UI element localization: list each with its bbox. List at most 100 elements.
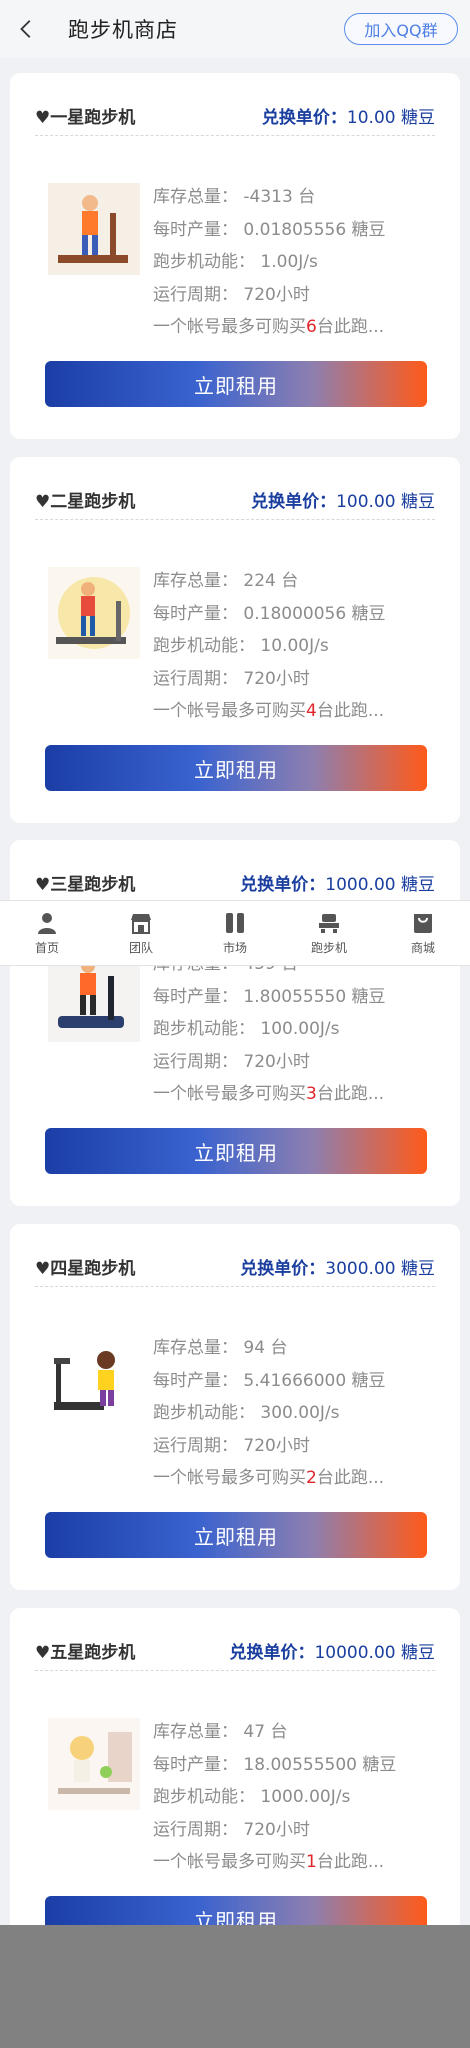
limit-suffix: 台此跑... <box>316 1468 385 1488</box>
limit-prefix: 一个帐号最多可购买 <box>153 1852 306 1872</box>
hourly-label: 每时产量： <box>153 219 238 240</box>
stock-label: 库存总量： <box>153 571 238 591</box>
back-button[interactable] <box>0 0 54 58</box>
nav-item-treadmill[interactable]: 跑步机 <box>282 911 376 956</box>
spec-list: 库存总量： 459 台 每时产量： 1.80055550 糖豆 跑步机动能： 1… <box>153 948 386 1111</box>
person-icon <box>38 912 56 934</box>
cycle-label: 运行周期： <box>153 668 238 689</box>
nav-item-home[interactable]: 首页 <box>0 911 94 956</box>
card-header: ♥五星跑步机 兑换单价：10000.00 糖豆 <box>35 1630 435 1671</box>
price-value: 10000.00 糖豆 <box>314 1642 435 1663</box>
cycle-row: 运行周期： 720小时 <box>153 1430 386 1463</box>
price-label: 兑换单价： <box>261 107 347 128</box>
power-value: 1.00J/s <box>260 252 318 272</box>
shopping-bag-icon <box>414 913 432 933</box>
power-value: 300.00J/s <box>260 1403 340 1423</box>
limit-row: 一个帐号最多可购买4台此跑... <box>153 695 386 728</box>
limit-row: 一个帐号最多可购买1台此跑... <box>153 1846 396 1879</box>
unit-price: 兑换单价：10000.00 糖豆 <box>229 1638 435 1663</box>
hourly-value: 5.41666000 糖豆 <box>243 1370 386 1391</box>
unit-price: 兑换单价：100.00 糖豆 <box>251 487 435 512</box>
nav-label: 团队 <box>128 940 153 955</box>
cycle-value: 720小时 <box>243 1051 310 1072</box>
price-value: 3000.00 糖豆 <box>325 1258 435 1279</box>
hourly-value: 0.01805556 糖豆 <box>243 219 386 240</box>
page-title: 跑步机商店 <box>68 18 178 42</box>
card-header: ♥三星跑步机 兑换单价：1000.00 糖豆 <box>35 862 435 903</box>
cycle-label: 运行周期： <box>153 1819 238 1840</box>
market-icon <box>226 912 244 933</box>
limit-row: 一个帐号最多可购买6台此跑... <box>153 311 386 344</box>
cycle-value: 720小时 <box>243 1435 310 1456</box>
power-value: 100.00J/s <box>260 1019 340 1039</box>
power-value: 1000.00J/s <box>260 1787 351 1807</box>
price-value: 1000.00 糖豆 <box>325 874 435 895</box>
nav-item-mall[interactable]: 商城 <box>376 911 470 956</box>
hourly-row: 每时产量： 18.00555500 糖豆 <box>153 1749 396 1782</box>
hourly-label: 每时产量： <box>153 603 238 624</box>
power-row: 跑步机动能： 1000.00J/s <box>153 1781 396 1814</box>
rent-button[interactable]: 立即租用 <box>45 745 427 791</box>
hourly-row: 每时产量： 0.18000056 糖豆 <box>153 598 386 631</box>
stock-label: 库存总量： <box>153 187 238 207</box>
card-header: ♥四星跑步机 兑换单价：3000.00 糖豆 <box>35 1246 435 1287</box>
card-header: ♥一星跑步机 兑换单价：10.00 糖豆 <box>35 95 435 136</box>
treadmill-image <box>48 1334 140 1426</box>
spec-list: 库存总量： 224 台 每时产量： 0.18000056 糖豆 跑步机动能： 1… <box>153 565 386 728</box>
stock-value: 94 台 <box>243 1338 288 1358</box>
stock-row: 库存总量： 47 台 <box>153 1716 396 1749</box>
price-label: 兑换单价： <box>251 491 337 512</box>
hourly-row: 每时产量： 0.01805556 糖豆 <box>153 214 386 247</box>
product-card-2: ♥二星跑步机 兑换单价：100.00 糖豆 库存总量： 224 台 每时产量： … <box>10 457 460 823</box>
cycle-value: 720小时 <box>243 284 310 305</box>
rent-button[interactable]: 立即租用 <box>45 361 427 407</box>
cycle-label: 运行周期： <box>153 1051 238 1072</box>
limit-suffix: 台此跑... <box>316 317 385 337</box>
hourly-row: 每时产量： 1.80055550 糖豆 <box>153 981 386 1014</box>
limit-value: 3 <box>306 1084 317 1104</box>
stock-row: 库存总量： -4313 台 <box>153 181 386 214</box>
cycle-row: 运行周期： 720小时 <box>153 1814 396 1847</box>
nav-label: 市场 <box>222 940 247 955</box>
price-value: 10.00 糖豆 <box>346 107 435 128</box>
price-value: 100.00 糖豆 <box>336 491 435 512</box>
nav-label: 商城 <box>410 940 435 955</box>
product-card-5: ♥五星跑步机 兑换单价：10000.00 糖豆 库存总量： 47 台 每时产量：… <box>10 1608 460 1974</box>
power-label: 跑步机动能： <box>153 252 255 272</box>
limit-prefix: 一个帐号最多可购买 <box>153 317 306 337</box>
top-bar: 跑步机商店 加入QQ群 <box>0 0 470 58</box>
join-qq-group-button[interactable]: 加入QQ群 <box>344 13 458 45</box>
spec-list: 库存总量： -4313 台 每时产量： 0.01805556 糖豆 跑步机动能：… <box>153 181 386 344</box>
power-row: 跑步机动能： 300.00J/s <box>153 1397 386 1430</box>
spec-list: 库存总量： 94 台 每时产量： 5.41666000 糖豆 跑步机动能： 30… <box>153 1332 386 1495</box>
hourly-value: 18.00555500 糖豆 <box>243 1754 397 1775</box>
hourly-row: 每时产量： 5.41666000 糖豆 <box>153 1365 386 1398</box>
product-name: ♥二星跑步机 <box>35 491 136 512</box>
stock-row: 库存总量： 224 台 <box>153 565 386 598</box>
unit-price: 兑换单价：3000.00 糖豆 <box>240 1254 435 1279</box>
cycle-row: 运行周期： 720小时 <box>153 279 386 312</box>
limit-prefix: 一个帐号最多可购买 <box>153 701 306 721</box>
cycle-row: 运行周期： 720小时 <box>153 663 386 696</box>
limit-value: 6 <box>306 317 317 337</box>
spec-list: 库存总量： 47 台 每时产量： 18.00555500 糖豆 跑步机动能： 1… <box>153 1716 396 1879</box>
rent-button[interactable]: 立即租用 <box>45 1512 427 1558</box>
hourly-value: 0.18000056 糖豆 <box>243 603 386 624</box>
price-label: 兑换单价： <box>240 1258 326 1279</box>
nav-item-team[interactable]: 团队 <box>94 911 188 956</box>
product-name: ♥五星跑步机 <box>35 1642 136 1663</box>
bottom-nav: 首页 团队 市场 跑步机 商城 <box>0 900 470 966</box>
limit-value: 1 <box>306 1852 317 1872</box>
nav-item-market[interactable]: 市场 <box>188 911 282 956</box>
product-name: ♥四星跑步机 <box>35 1258 136 1279</box>
power-row: 跑步机动能： 10.00J/s <box>153 630 386 663</box>
rent-button[interactable]: 立即租用 <box>45 1128 427 1174</box>
cycle-label: 运行周期： <box>153 1435 238 1456</box>
treadmill-image <box>48 1718 140 1810</box>
limit-value: 2 <box>306 1468 317 1488</box>
hourly-label: 每时产量： <box>153 1370 238 1391</box>
product-name: ♥一星跑步机 <box>35 107 136 128</box>
price-label: 兑换单价： <box>240 874 326 895</box>
limit-prefix: 一个帐号最多可购买 <box>153 1084 306 1104</box>
limit-suffix: 台此跑... <box>316 1852 385 1872</box>
